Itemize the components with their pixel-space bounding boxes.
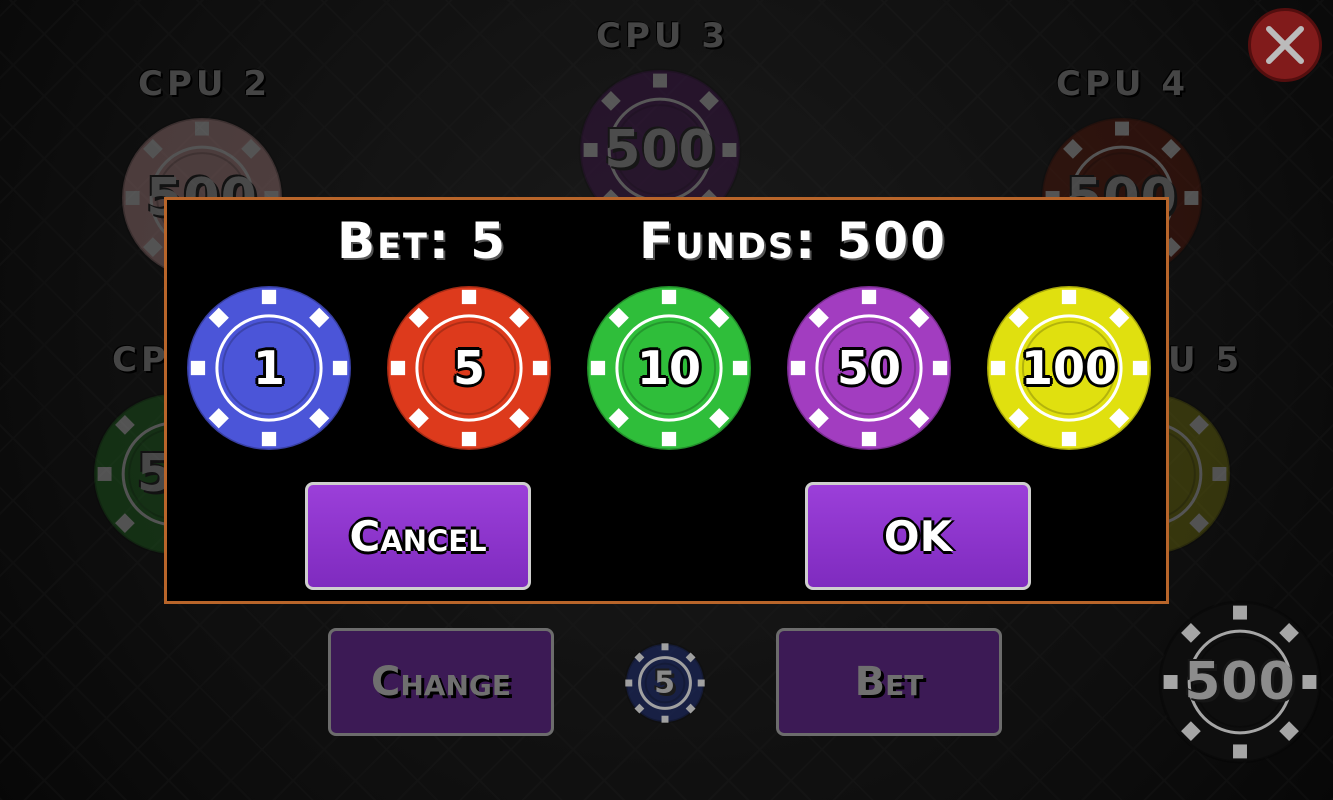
chip-10-button[interactable]: 10 bbox=[585, 284, 753, 452]
chip-1-button[interactable]: 1 bbox=[185, 284, 353, 452]
bet-amount-text: Bet: 5 bbox=[337, 212, 508, 270]
bet-button[interactable]: Bet bbox=[776, 628, 1002, 736]
chip-value-label: 10 bbox=[636, 341, 701, 395]
ok-button[interactable]: OK bbox=[805, 482, 1031, 590]
close-button[interactable] bbox=[1248, 8, 1322, 82]
chip-5-button[interactable]: 5 bbox=[385, 284, 553, 452]
change-button[interactable]: Change bbox=[328, 628, 554, 736]
funds-text: Funds: 500 bbox=[639, 212, 947, 270]
cancel-button[interactable]: Cancel bbox=[305, 482, 531, 590]
current-bet-value: 5 bbox=[654, 665, 676, 701]
chip-value-label: 5 bbox=[452, 341, 485, 395]
chip-value-label: 50 bbox=[836, 341, 901, 395]
chip-50-button[interactable]: 50 bbox=[785, 284, 953, 452]
chip-100-button[interactable]: 100 bbox=[985, 284, 1153, 452]
bet-modal: Bet: 5 Funds: 500 1 5 10 50 100 Cancel O… bbox=[164, 197, 1169, 604]
close-icon bbox=[1266, 26, 1304, 64]
current-bet-chip: 5 bbox=[624, 642, 706, 724]
chip-value-label: 100 bbox=[1020, 341, 1118, 395]
chip-value-label: 1 bbox=[252, 341, 285, 395]
